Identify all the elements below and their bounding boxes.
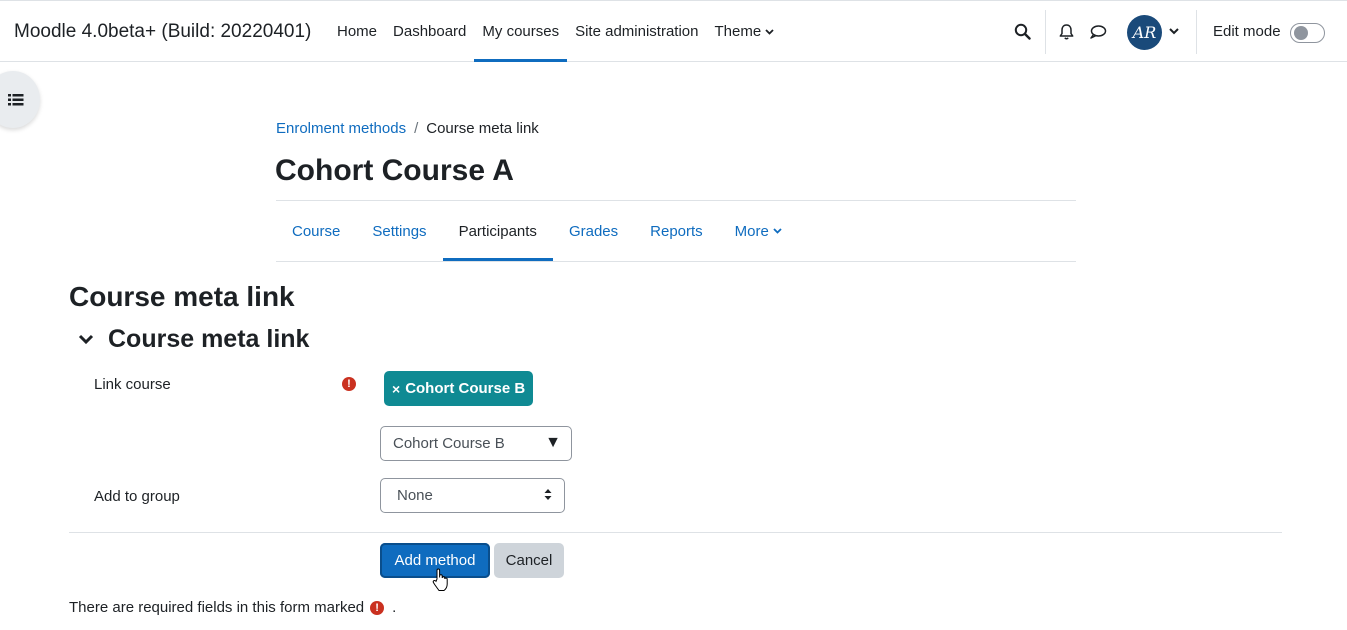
link-course-label: Link course [94, 376, 171, 393]
top-navbar: Moodle 4.0beta+ (Build: 20220401) Home D… [0, 0, 1347, 62]
hand-pointer-cursor-icon [432, 568, 448, 591]
breadcrumb: Enrolment methods / Course meta link [276, 120, 539, 137]
nav-item-label: Site administration [575, 23, 699, 40]
select-value: None [397, 487, 433, 504]
required-note-text: There are required fields in this form m… [69, 599, 365, 616]
tab-more[interactable]: More [719, 201, 798, 261]
tab-reports[interactable]: Reports [634, 201, 719, 261]
avatar-initials: AR [1132, 23, 1157, 42]
tab-label: Participants [458, 222, 537, 240]
navbar-divider [1196, 10, 1197, 54]
nav-item-label: My courses [482, 23, 560, 40]
tab-label: Grades [568, 222, 619, 240]
tab-label: Settings [372, 222, 427, 240]
primary-navigation: Home Dashboard My courses Site administr… [329, 1, 782, 62]
link-course-select[interactable]: Cohort Course B ▼ [380, 426, 572, 461]
user-menu-toggle[interactable] [1169, 28, 1179, 35]
site-name[interactable]: Moodle 4.0beta+ (Build: 20220401) [14, 21, 311, 43]
page-title: Cohort Course A [275, 154, 514, 187]
nav-item-dashboard[interactable]: Dashboard [385, 1, 474, 62]
tag-remove-icon[interactable]: × [392, 381, 400, 397]
secondary-nav-divider [276, 261, 1076, 262]
breadcrumb-separator: / [414, 120, 419, 137]
dropdown-arrow-icon: ▼ [545, 434, 561, 451]
sort-arrows-icon [544, 489, 552, 500]
tab-label: Reports [650, 222, 703, 240]
course-index-drawer-toggle[interactable] [0, 71, 40, 128]
search-button[interactable] [1014, 23, 1031, 40]
chevron-down-icon[interactable] [78, 334, 94, 345]
tab-course[interactable]: Course [276, 201, 356, 261]
tab-settings[interactable]: Settings [356, 201, 442, 261]
secondary-navigation: Course Settings Participants Grades Repo… [276, 201, 798, 261]
bell-icon [1059, 24, 1074, 40]
chevron-down-icon [773, 228, 782, 234]
fieldset-header[interactable]: Course meta link [78, 325, 309, 354]
messages-button[interactable] [1089, 24, 1107, 40]
notifications-button[interactable] [1058, 23, 1075, 41]
navbar-divider [1045, 10, 1046, 54]
chevron-down-icon [1169, 28, 1179, 35]
form-divider [69, 532, 1282, 533]
add-to-group-label: Add to group [94, 488, 180, 505]
tab-label: Course [292, 222, 341, 240]
nav-item-label: Dashboard [393, 23, 467, 40]
fieldset-title: Course meta link [108, 325, 310, 353]
edit-mode-label: Edit mode [1213, 23, 1281, 40]
required-icon: ! [342, 377, 356, 391]
user-avatar[interactable]: AR [1127, 15, 1162, 50]
tag-label: Cohort Course B [405, 380, 526, 397]
form-heading: Course meta link [69, 281, 295, 312]
selected-course-tag[interactable]: × Cohort Course B [384, 371, 534, 406]
nav-item-theme[interactable]: Theme [707, 1, 783, 62]
nav-item-label: Home [337, 23, 378, 40]
nav-item-label: Theme [714, 23, 762, 40]
edit-mode-toggle[interactable] [1290, 23, 1325, 43]
breadcrumb-link-enrolment-methods[interactable]: Enrolment methods [276, 120, 406, 137]
tab-participants[interactable]: Participants [442, 201, 554, 261]
required-note-end: . [392, 599, 397, 616]
tab-label: More [734, 222, 769, 240]
chevron-down-icon [765, 28, 774, 35]
list-icon [8, 94, 24, 106]
select-value: Cohort Course B [393, 435, 505, 452]
search-icon [1014, 23, 1031, 40]
chat-icon [1090, 25, 1107, 39]
required-fields-note: There are required fields in this form m… [69, 599, 396, 616]
nav-item-my-courses[interactable]: My courses [474, 1, 567, 62]
tab-grades[interactable]: Grades [553, 201, 634, 261]
cancel-button[interactable]: Cancel [494, 543, 564, 578]
add-to-group-select[interactable]: None [380, 478, 565, 513]
toggle-knob [1294, 26, 1308, 40]
nav-item-home[interactable]: Home [329, 1, 385, 62]
breadcrumb-current: Course meta link [426, 120, 539, 137]
nav-item-site-administration[interactable]: Site administration [567, 1, 706, 62]
required-icon: ! [370, 600, 385, 615]
